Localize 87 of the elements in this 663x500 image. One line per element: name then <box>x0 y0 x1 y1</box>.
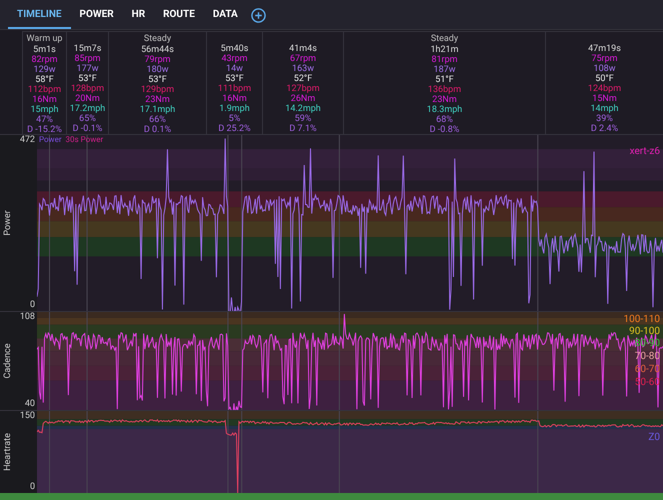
axis-max-label: 472 <box>20 135 35 146</box>
segment-duration: 5m40s <box>220 44 248 54</box>
tab[interactable]: ROUTE <box>154 2 204 29</box>
segment-pct: 59% <box>294 114 312 124</box>
segment-title: Steady <box>430 33 458 45</box>
segment-duration: 1h21m <box>430 45 459 55</box>
segment-torque: 16Nm <box>32 95 57 105</box>
segment-cadence: 81rpm <box>431 55 458 65</box>
legend-label: Power <box>39 135 62 145</box>
segment-temp: 53°F <box>78 74 97 84</box>
segment-hr: 112bpm <box>28 85 62 95</box>
segment-pct: 47% <box>36 115 53 125</box>
segment-delta: D 7.1% <box>289 124 317 134</box>
segment-duration: 41m4s <box>289 44 317 54</box>
segment-temp: 51°F <box>435 75 454 85</box>
segment-torque: 23Nm <box>145 95 170 105</box>
segment-power: 180w <box>146 65 168 75</box>
tab[interactable]: TIMELINE <box>8 2 71 29</box>
segment-cadence: 85rpm <box>74 54 101 64</box>
segment-pct: 5% <box>228 114 240 124</box>
segment-power: 108w <box>594 64 616 74</box>
segment-power: 187w <box>434 65 456 75</box>
segment-cadence: 43rpm <box>221 54 248 64</box>
segment-pct: 65% <box>79 114 96 124</box>
segment-temp: 50°F <box>595 74 614 84</box>
segment-cadence: 67rpm <box>290 54 316 64</box>
segment-cadence: 82rpm <box>31 55 58 65</box>
segment-speed: 17.1mph <box>140 105 176 115</box>
segment-hr: 124bpm <box>588 84 622 94</box>
segment-speed: 17.2mph <box>70 104 106 114</box>
axis-min-label: 0 <box>30 300 35 311</box>
segment-temp: 53°F <box>148 75 167 85</box>
segment-power: 14w <box>226 64 243 74</box>
segment-pct: 68% <box>436 115 453 125</box>
legend-label: 30s Power <box>66 135 104 145</box>
axis-title: Heartrate <box>3 433 13 471</box>
segment-delta: D -0.1% <box>72 124 102 134</box>
axis-max-label: 108 <box>20 312 35 323</box>
segment-cadence: 79rpm <box>144 55 171 65</box>
segment-speed: 1.9mph <box>219 104 250 114</box>
axis-min-label: 40 <box>24 399 35 410</box>
segment-power: 177w <box>76 64 98 74</box>
segment-delta: D -0.8% <box>430 125 460 135</box>
segment-torque: 16Nm <box>222 94 247 104</box>
segment-temp: 53°F <box>225 74 244 84</box>
segment-duration: 56m44s <box>141 45 174 55</box>
segment-hr: 111bpm <box>218 84 252 94</box>
segment-speed: 15mph <box>30 105 59 115</box>
axis-title: Cadence <box>3 343 13 379</box>
segment-delta: D 25.2% <box>218 124 251 134</box>
segment-power: 129w <box>34 65 56 75</box>
add-icon[interactable] <box>250 8 266 23</box>
segment-temp: 58°F <box>35 75 54 85</box>
segment-hr: 136bpm <box>428 85 462 95</box>
tab[interactable]: POWER <box>70 2 123 29</box>
segment-pct: 39% <box>596 114 613 124</box>
segment-torque: 15Nm <box>592 94 617 104</box>
segment-duration: 5m1s <box>33 45 56 55</box>
tab[interactable]: HR <box>122 2 154 29</box>
segment-temp: 52°F <box>294 74 312 84</box>
segment-hr: 127bpm <box>286 84 320 94</box>
zone-label: 90-100 <box>629 326 660 337</box>
tab[interactable]: DATA <box>204 2 247 29</box>
segment-speed: 14mph <box>590 104 619 114</box>
segment-torque: 20Nm <box>75 94 100 104</box>
segment-torque: 23Nm <box>432 95 457 105</box>
segment-title: Warm up <box>26 33 62 45</box>
axis-min-label: 0 <box>30 482 35 493</box>
segment-power: 163w <box>292 64 314 74</box>
segment-speed: 18.3mph <box>426 105 462 115</box>
segment-torque: 26Nm <box>290 94 316 104</box>
segment-title: Steady <box>144 33 172 45</box>
segment-cadence: 75rpm <box>591 54 618 64</box>
segment-duration: 47m19s <box>588 44 621 54</box>
zone-label: 100-110 <box>624 314 660 325</box>
segment-duration: 15m7s <box>74 44 102 54</box>
axis-title: Power <box>3 210 13 236</box>
segment-hr: 128bpm <box>70 84 104 94</box>
segment-delta: D -15.2% <box>27 125 62 135</box>
segment-hr: 129bpm <box>140 85 174 95</box>
segment-delta: D 0.1% <box>144 125 172 135</box>
segment-speed: 14.2mph <box>285 104 321 114</box>
segment-delta: D 2.4% <box>590 124 618 134</box>
zone-label: Z0 <box>648 432 660 444</box>
axis-max-label: 150 <box>20 411 35 422</box>
segment-pct: 66% <box>149 115 166 125</box>
zone-label: xert-z6 <box>630 146 660 157</box>
